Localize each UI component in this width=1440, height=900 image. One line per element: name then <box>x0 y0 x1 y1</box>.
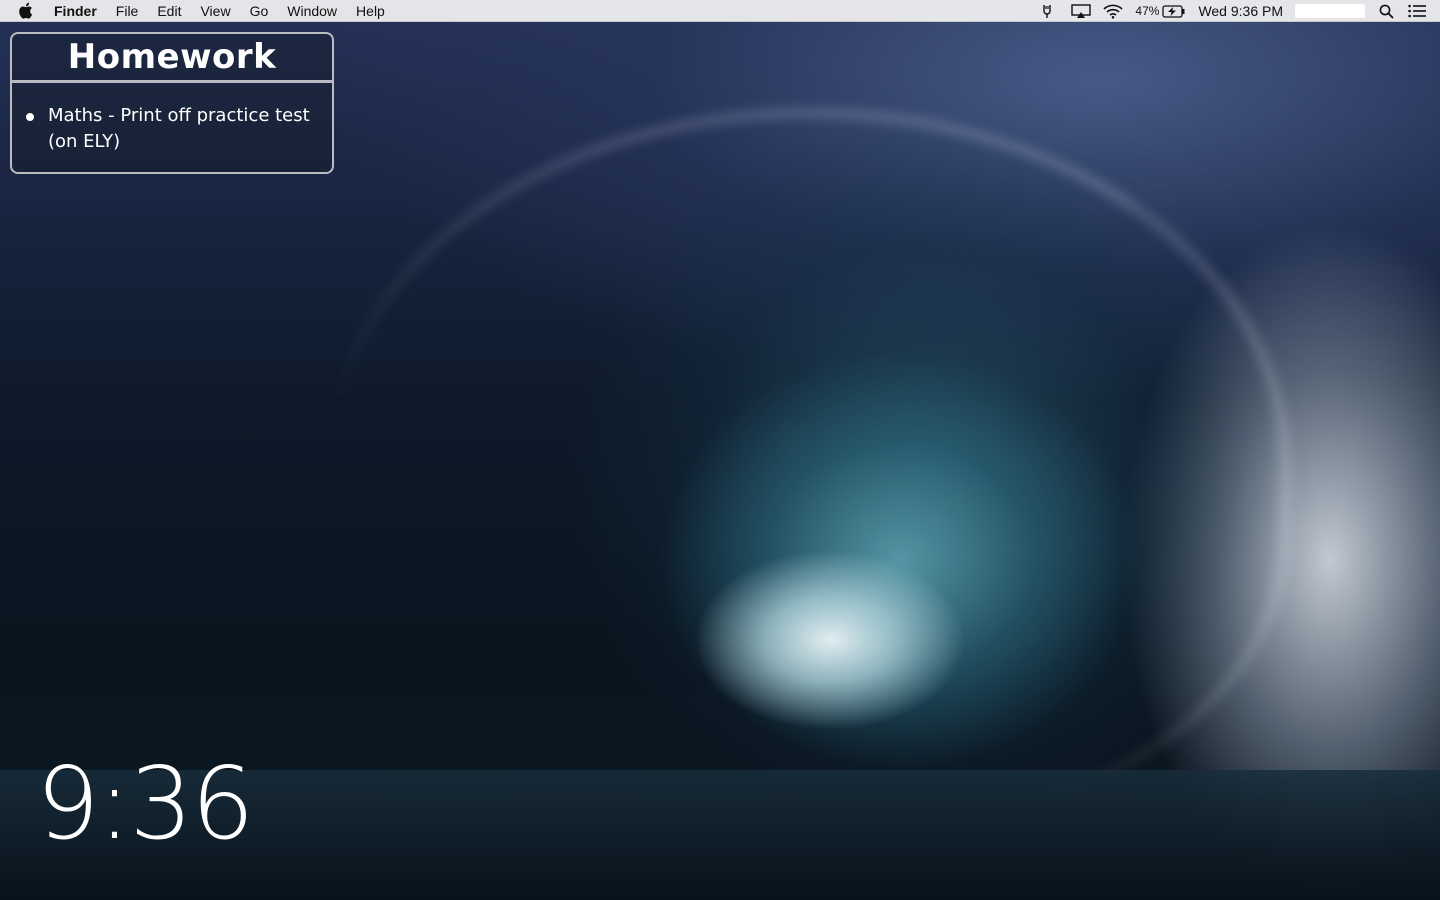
menu-edit[interactable]: Edit <box>157 3 181 19</box>
homework-list-item: Maths - Print off practice test (on ELY) <box>26 103 316 155</box>
wave-crest <box>330 110 1290 816</box>
menu-window[interactable]: Window <box>287 3 337 19</box>
battery-percentage[interactable]: 47% <box>1135 4 1159 18</box>
menu-help[interactable]: Help <box>356 3 385 19</box>
notification-center-icon[interactable] <box>1408 4 1426 18</box>
menu-file[interactable]: File <box>116 3 139 19</box>
menu-bar: Finder File Edit View Go Window Help 47%… <box>0 0 1440 22</box>
menu-app-finder[interactable]: Finder <box>54 3 97 19</box>
homework-list: Maths - Print off practice test (on ELY) <box>12 83 332 155</box>
menu-bar-status-area: 47% Wed 9:36 PM <box>1029 0 1440 22</box>
menu-view[interactable]: View <box>200 3 230 19</box>
homework-item-text: Maths - Print off practice test (on ELY) <box>48 105 310 152</box>
menu-bar-left: Finder File Edit View Go Window Help <box>0 0 404 22</box>
spotlight-search-icon[interactable] <box>1379 4 1394 19</box>
homework-widget: Homework Maths - Print off practice test… <box>10 32 334 174</box>
desktop-clock: 9:36 <box>36 745 255 862</box>
airplay-icon[interactable] <box>1071 3 1092 19</box>
menu-bar-clock[interactable]: Wed 9:36 PM <box>1198 3 1283 19</box>
homework-widget-title: Homework <box>67 37 277 77</box>
menu-go[interactable]: Go <box>250 3 269 19</box>
bullet-icon <box>26 113 34 121</box>
usb-icon[interactable] <box>1041 3 1053 19</box>
wifi-icon[interactable] <box>1103 4 1123 19</box>
battery-charging-icon[interactable] <box>1162 4 1186 18</box>
user-name-field[interactable] <box>1295 4 1365 18</box>
apple-logo-icon[interactable] <box>18 2 38 19</box>
